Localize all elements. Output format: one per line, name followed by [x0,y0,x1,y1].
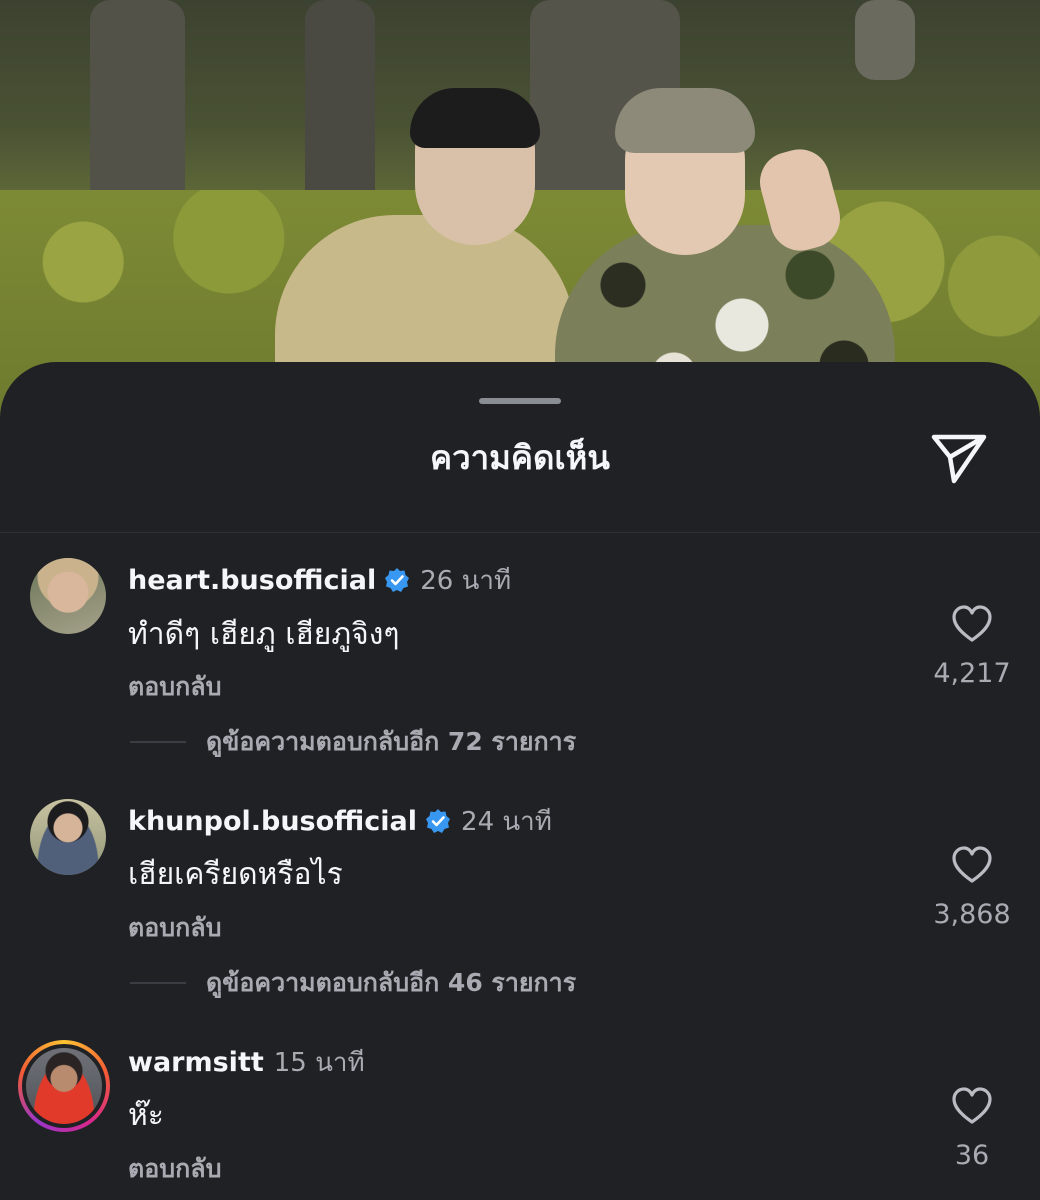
heart-icon[interactable] [951,845,993,885]
comment-text: ห๊ะ [128,1098,164,1133]
comment-time: 24 นาที [461,806,552,837]
like-count: 4,217 [933,658,1011,689]
username[interactable]: khunpol.busofficial [128,806,417,837]
comment-time: 15 นาที [273,1047,365,1078]
avatar[interactable] [30,558,106,634]
comment-text: เฮียเครียดหรือไร [128,857,343,892]
view-replies-button[interactable]: ดูข้อความตอบกลับอีก 72 รายการ [130,724,576,760]
verified-badge-icon [425,808,451,834]
comment-header: heart.busofficial 26 นาที [128,562,511,598]
reply-button[interactable]: ตอบกลับ [128,908,221,948]
drag-handle[interactable] [479,398,561,404]
like-count: 3,868 [933,899,1011,930]
reply-thread-line [130,982,186,984]
comment-header: warmsitt 15 นาที [128,1044,365,1080]
comments-sheet: ความคิดเห็น heart.busofficial 26 นาที ทำ… [0,362,1040,1200]
view-replies-button[interactable]: ดูข้อความตอบกลับอีก 46 รายการ [130,965,576,1001]
like-control: 4,217 [912,604,1032,689]
avatar-image [30,558,106,634]
post-photo [0,0,1040,420]
send-icon [931,434,987,484]
reply-button[interactable]: ตอบกลับ [128,667,221,707]
like-control: 36 [912,1086,1032,1171]
divider [0,532,1040,533]
heart-icon[interactable] [951,1086,993,1126]
view-replies-label: ดูข้อความตอบกลับอีก 46 รายการ [206,968,577,997]
share-button[interactable] [926,428,992,488]
like-control: 3,868 [912,845,1032,930]
view-replies-label: ดูข้อความตอบกลับอีก 72 รายการ [206,727,577,756]
verified-badge-icon [384,567,410,593]
like-count: 36 [954,1140,990,1171]
comment-header: khunpol.busofficial 24 นาที [128,803,552,839]
story-ring-gap [22,1044,106,1128]
comment-text: ทำดีๆ เฮียภู เฮียภูจิงๆ [128,617,400,652]
avatar-story-ring[interactable] [18,1040,110,1132]
heart-icon[interactable] [951,604,993,644]
reply-thread-line [130,741,186,743]
avatar[interactable] [30,799,106,875]
avatar-image [26,1048,102,1124]
username[interactable]: heart.busofficial [128,565,376,596]
tree-trunk [855,0,915,80]
comment-time: 26 นาที [420,565,512,596]
person-right-hair [615,88,755,153]
person-left-hair [410,88,540,148]
reply-button[interactable]: ตอบกลับ [128,1149,221,1189]
sheet-title: ความคิดเห็น [430,438,610,477]
username[interactable]: warmsitt [128,1047,264,1078]
avatar-image [30,799,106,875]
